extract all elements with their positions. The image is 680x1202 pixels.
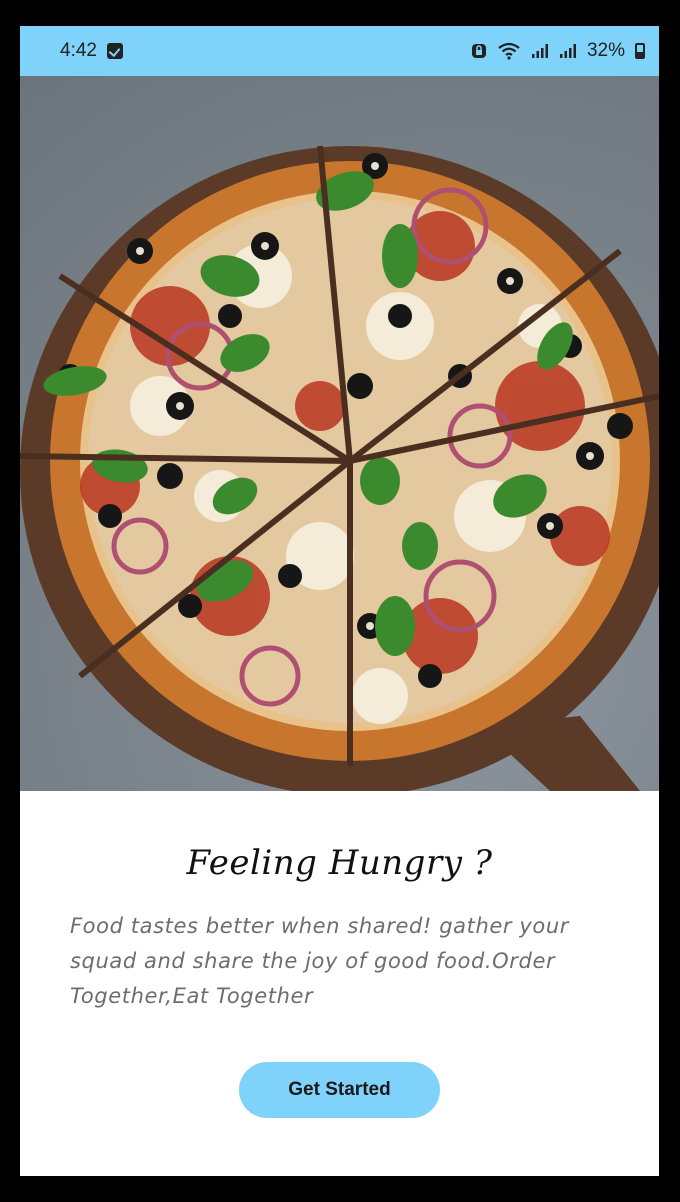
onboarding-content: Feeling Hungry ? Food tastes better when… (20, 791, 659, 1176)
wifi-icon (497, 42, 521, 60)
onboarding-description: Food tastes better when shared! gather y… (70, 914, 570, 1008)
status-bar-right: 32% (471, 40, 645, 62)
pizza-illustration (20, 145, 659, 791)
status-bar-left: 4:42 (60, 40, 123, 62)
get-started-button[interactable]: Get Started (239, 1062, 440, 1118)
notification-icon (106, 43, 123, 59)
onboarding-title: Feeling Hungry ? (186, 843, 493, 883)
signal-icon (531, 43, 549, 59)
status-bar: 4:42 32% (20, 26, 659, 76)
pizza-photo (20, 76, 659, 791)
battery-icon (635, 43, 645, 59)
app-screen: 4:42 32% Feeling Hungry ? Food tastes be… (20, 26, 659, 1176)
status-time: 4:42 (60, 40, 97, 61)
vpn-lock-icon (471, 43, 487, 59)
battery-percent: 32% (586, 40, 625, 61)
signal-icon (559, 43, 577, 59)
